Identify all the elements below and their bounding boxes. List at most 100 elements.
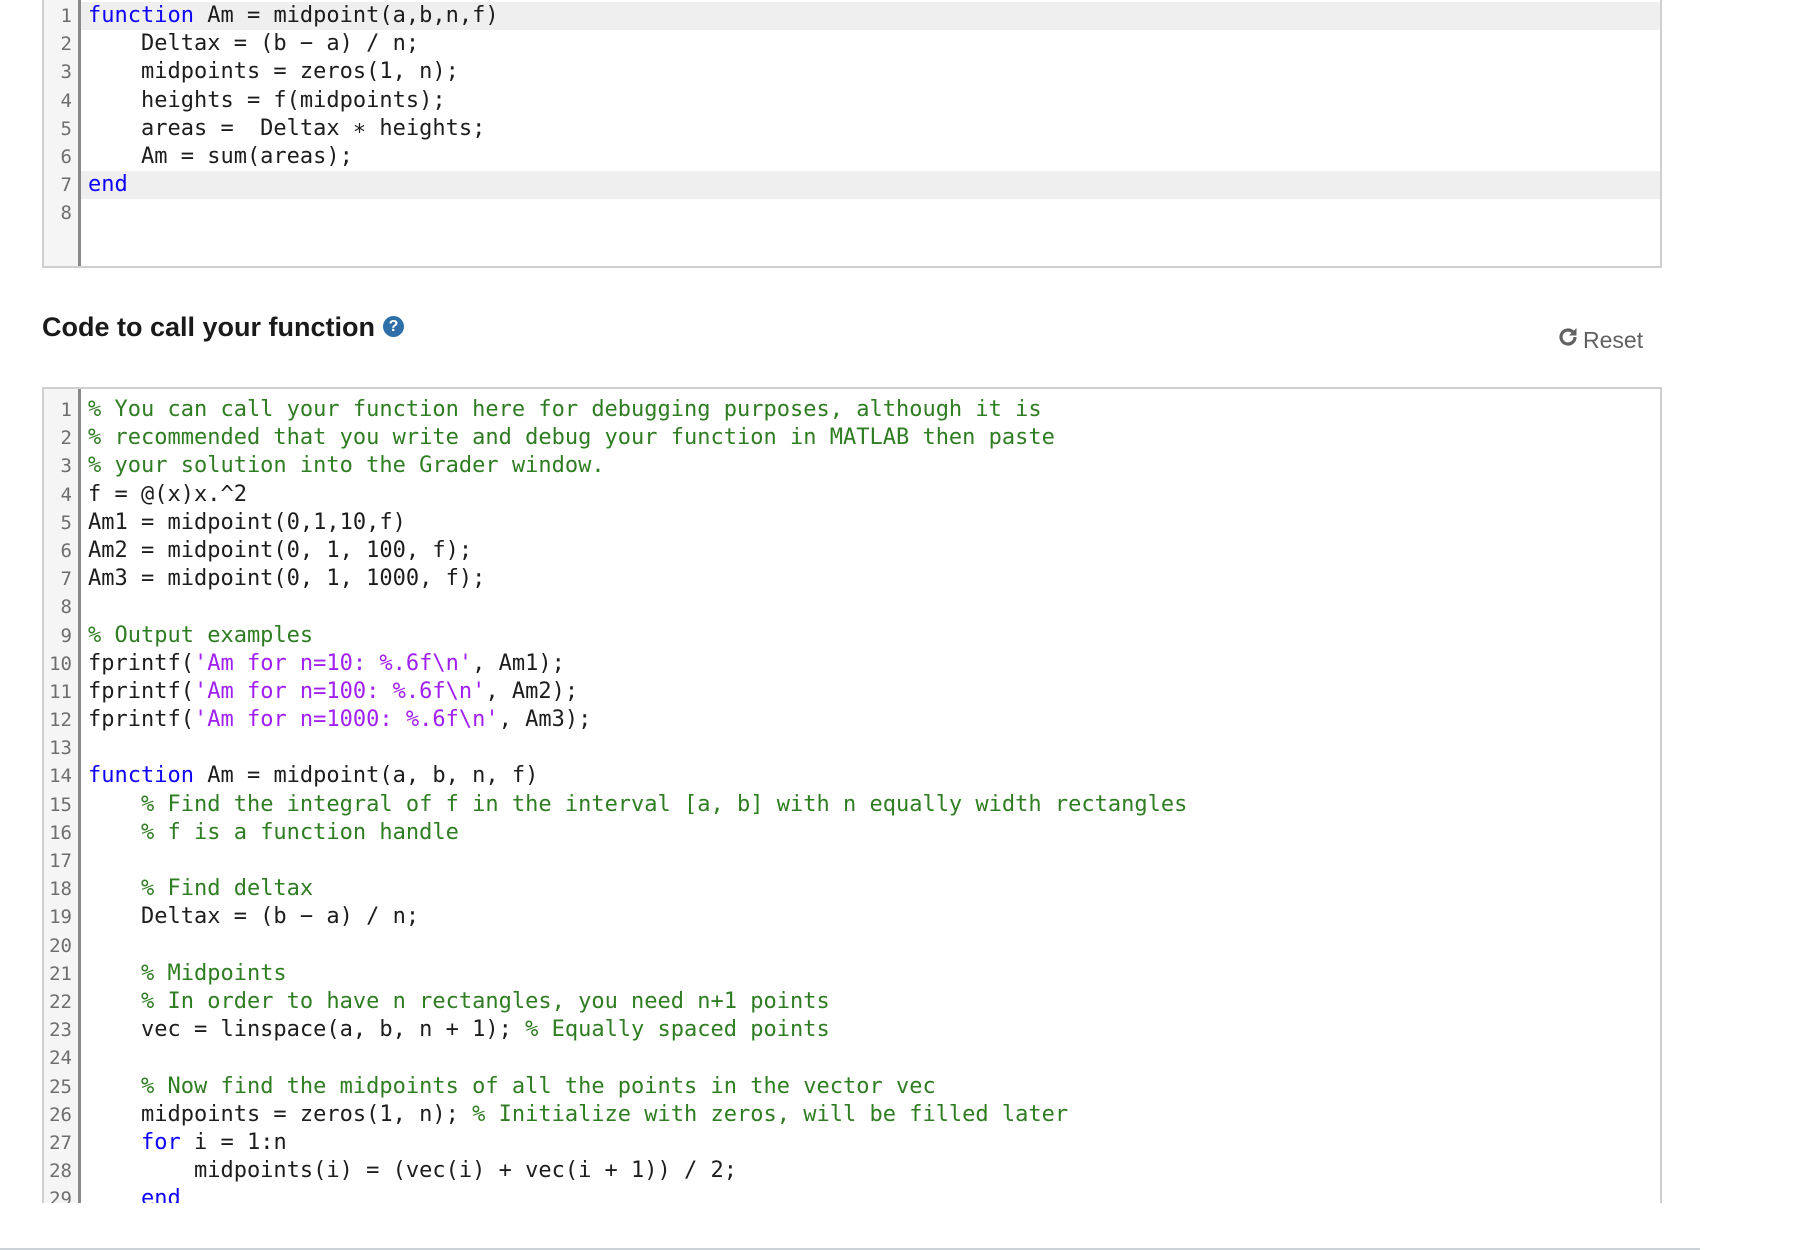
code-line[interactable]: 23 vec = linspace(a, b, n + 1); % Equall… [44,1016,1660,1044]
line-number: 19 [49,906,72,929]
line-code[interactable] [81,734,1660,762]
line-number: 5 [60,511,72,534]
code-line[interactable]: 6 Am2 = midpoint(0, 1, 100, f); [44,537,1660,565]
line-code[interactable]: Am = sum(areas); [81,143,1660,171]
line-number: 15 [49,793,72,816]
code-line[interactable]: 20 [44,932,1660,960]
comment-token: % your solution into the Grader window. [88,453,605,479]
line-number: 1 [60,5,72,27]
comment-token: % f is a function handle [140,819,459,845]
line-code[interactable] [81,847,1660,875]
code-line[interactable]: 1 % You can call your function here for d… [44,396,1660,424]
line-code[interactable]: % You can call your function here for de… [81,396,1660,424]
line-code[interactable]: midpoints = zeros(1, n); [81,58,1660,86]
line-number: 11 [49,680,72,703]
code-token: midpoints = zeros(1, n); [88,59,459,85]
code-line[interactable]: 5 areas = Deltax ∗ heights; [44,115,1660,143]
code-line[interactable]: 4 f = @(x)x.^2 [44,481,1660,509]
line-code[interactable]: fprintf('Am for n=100: %.6f\n', Am2); [81,678,1660,706]
code-line[interactable]: 15 % Find the integral of f in the inter… [44,791,1660,819]
reset-button[interactable]: Reset [1556,325,1643,355]
code-line[interactable]: 7 end [44,171,1660,200]
line-code[interactable] [81,932,1660,960]
line-code[interactable]: % f is a function handle [81,819,1660,847]
code-line[interactable]: 2 Deltax = (b − a) / n; [44,30,1660,58]
comment-token: % In order to have n rectangles, you nee… [140,988,830,1014]
line-number: 3 [60,455,72,478]
line-code[interactable]: for i = 1:n [81,1129,1660,1157]
line-code[interactable]: vec = linspace(a, b, n + 1); % Equally s… [81,1016,1660,1044]
code-line[interactable]: 3 % your solution into the Grader window. [44,452,1660,480]
code-line[interactable]: 27 for i = 1:n [44,1129,1660,1157]
line-code[interactable] [81,593,1660,621]
line-number: 20 [49,934,72,957]
line-code[interactable]: heights = f(midpoints); [81,87,1660,115]
code-line[interactable]: 29 end [44,1185,1660,1203]
line-code[interactable]: areas = Deltax ∗ heights; [81,115,1660,143]
line-code[interactable]: % Now find the midpoints of all the poin… [81,1073,1660,1101]
code-line[interactable]: 16 % f is a function handle [44,819,1660,847]
line-code[interactable]: Am1 = midpoint(0,1,10,f) [81,509,1660,537]
code-line[interactable]: 14 function Am = midpoint(a, b, n, f) [44,762,1660,790]
solution-code-editor[interactable]: 1 function Am = midpoint(a,b,n,f) 2 Deltax… [42,0,1662,268]
line-number: 8 [60,202,72,225]
code-line[interactable]: 1 function Am = midpoint(a,b,n,f) [44,2,1660,31]
code-line[interactable]: 28 midpoints(i) = (vec(i) + vec(i + 1)) … [44,1157,1660,1185]
code-line[interactable]: 25 % Now find the midpoints of all the p… [44,1073,1660,1101]
code-line[interactable]: 13 [44,734,1660,762]
line-code[interactable]: % Midpoints [81,960,1660,988]
line-code[interactable]: % Find the integral of f in the interval… [81,791,1660,819]
line-code[interactable]: % In order to have n rectangles, you nee… [81,988,1660,1016]
code-line[interactable]: 3 midpoints = zeros(1, n); [44,58,1660,86]
comment-token: % Find the integral of f in the interval… [140,791,1188,817]
code-line[interactable]: 7 Am3 = midpoint(0, 1, 1000, f); [44,565,1660,593]
line-code[interactable]: Am3 = midpoint(0, 1, 1000, f); [81,565,1660,593]
line-code[interactable]: midpoints = zeros(1, n); % Initialize wi… [81,1101,1660,1129]
code-line[interactable]: 9 % Output examples [44,622,1660,650]
line-code[interactable]: f = @(x)x.^2 [81,481,1660,509]
code-line[interactable]: 2 % recommended that you write and debug … [44,424,1660,452]
code-line[interactable]: 26 midpoints = zeros(1, n); % Initialize… [44,1101,1660,1129]
code-line[interactable]: 8 [44,199,1660,227]
reset-label: Reset [1583,326,1644,353]
line-number: 18 [49,878,72,901]
question-circle-icon[interactable]: ? [383,316,405,338]
code-line[interactable]: 10 fprintf('Am for n=10: %.6f\n', Am1); [44,650,1660,678]
code-line[interactable]: 19 Deltax = (b − a) / n; [44,903,1660,931]
line-code[interactable]: midpoints(i) = (vec(i) + vec(i + 1)) / 2… [81,1157,1660,1185]
code-line[interactable]: 12 fprintf('Am for n=1000: %.6f\n', Am3); [44,706,1660,734]
line-code[interactable]: function Am = midpoint(a,b,n,f) [81,2,1660,31]
code-line[interactable]: 8 [44,593,1660,621]
call-code-editor[interactable]: 1 % You can call your function here for d… [42,387,1662,1203]
code-token: areas = Deltax ∗ heights; [88,115,486,141]
code-line[interactable]: 5 Am1 = midpoint(0,1,10,f) [44,509,1660,537]
line-code[interactable]: end [81,1185,1660,1203]
line-code[interactable] [81,1044,1660,1072]
line-code[interactable]: % Find deltax [81,875,1660,903]
line-code[interactable] [81,199,1660,227]
code-line[interactable]: 17 [44,847,1660,875]
line-code[interactable]: % recommended that you write and debug y… [81,424,1660,452]
code-line[interactable]: 6 Am = sum(areas); [44,143,1660,171]
code-line[interactable]: 11 fprintf('Am for n=100: %.6f\n', Am2); [44,678,1660,706]
line-number: 8 [60,596,72,619]
line-code[interactable]: Am2 = midpoint(0, 1, 100, f); [81,537,1660,565]
line-code[interactable]: Deltax = (b − a) / n; [81,903,1660,931]
code-line[interactable]: 24 [44,1044,1660,1072]
comment-token: % Equally spaced points [525,1017,830,1043]
line-code[interactable]: % your solution into the Grader window. [81,452,1660,480]
keyword-token: end [88,172,128,198]
code-line[interactable]: 21 % Midpoints [44,960,1660,988]
line-code[interactable]: function Am = midpoint(a, b, n, f) [81,762,1660,790]
keyword-token: function [88,763,194,789]
line-code[interactable]: end [81,171,1660,200]
code-line[interactable]: 4 heights = f(midpoints); [44,87,1660,115]
line-code[interactable]: fprintf('Am for n=1000: %.6f\n', Am3); [81,706,1660,734]
line-number: 3 [60,61,72,84]
line-code[interactable]: Deltax = (b − a) / n; [81,30,1660,58]
line-code[interactable]: fprintf('Am for n=10: %.6f\n', Am1); [81,650,1660,678]
code-line[interactable]: 22 % In order to have n rectangles, you … [44,988,1660,1016]
line-code[interactable]: % Output examples [81,622,1660,650]
code-line[interactable]: 18 % Find deltax [44,875,1660,903]
